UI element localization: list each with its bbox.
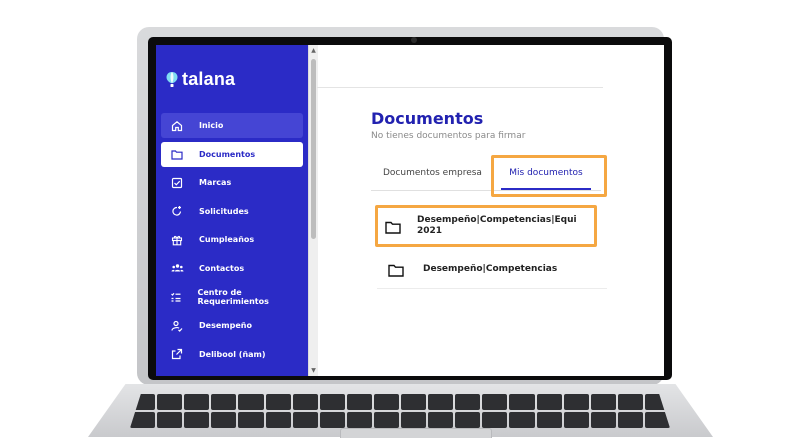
user-check-icon: [170, 319, 184, 333]
keyboard-key: [455, 412, 481, 428]
keyboard-key: [482, 412, 508, 428]
checklist-icon: [170, 290, 182, 304]
highlight-box-first-document: [375, 205, 597, 247]
keyboard-key: [536, 394, 562, 410]
highlight-box-mis-documentos-tab: [491, 155, 607, 197]
checkbox-icon: [170, 176, 184, 190]
sidebar-item-label: Cumpleaños: [199, 235, 255, 245]
keyboard-key: [590, 412, 616, 428]
keyboard-key: [428, 394, 454, 410]
sidebar-item-label: Documentos: [199, 149, 256, 159]
keyboard-key: [563, 412, 589, 428]
keyboard-key: [509, 412, 535, 428]
tab-documentos-empresa[interactable]: Documentos empresa: [383, 157, 482, 190]
sidebar-item-documentos[interactable]: Documentos: [161, 141, 303, 167]
keyboard-key: [157, 394, 183, 410]
keyboard-key: [401, 412, 427, 428]
scroll-down-icon[interactable]: ▼: [310, 367, 317, 374]
sidebar-item-delibool[interactable]: Delibool (ñam): [161, 342, 303, 367]
keyboard-key: [373, 412, 399, 428]
gift-icon: [170, 233, 184, 247]
keyboard-key: [184, 412, 210, 428]
logo-text: talana: [182, 69, 236, 89]
keyboard-key: [211, 412, 237, 428]
keyboard-key: [184, 394, 210, 410]
sidebar-item-label: Inicio: [199, 121, 224, 130]
sidebar-nav: Inicio Documentos Marcas Solicitudes Cum…: [161, 113, 303, 370]
keyboard: [130, 394, 670, 428]
logo: talana: [166, 69, 235, 90]
folder-icon: [388, 262, 404, 277]
keyboard-key: [292, 412, 318, 428]
sidebar-item-label: Desempeño: [199, 321, 252, 331]
page-subtitle: No tienes documentos para firmar: [371, 131, 526, 141]
keyboard-key: [455, 394, 481, 410]
keyboard-key: [373, 394, 399, 410]
keyboard-key: [509, 394, 535, 410]
sidebar-item-contactos[interactable]: Contactos: [161, 256, 303, 281]
keyboard-key: [319, 394, 345, 410]
refresh-plus-icon: [170, 204, 184, 218]
keyboard-key: [319, 412, 345, 428]
keyboard-key: [482, 394, 508, 410]
keyboard-key: [238, 412, 264, 428]
sidebar-item-marcas[interactable]: Marcas: [161, 170, 303, 195]
keyboard-key: [292, 394, 318, 410]
folder-icon: [170, 147, 184, 161]
scroll-up-icon[interactable]: ▲: [310, 47, 317, 54]
external-link-icon: [170, 347, 184, 361]
keyboard-key: [265, 412, 291, 428]
keyboard-key: [346, 412, 372, 428]
document-name: Desempeño|Competencias: [423, 263, 558, 274]
home-icon: [170, 119, 184, 133]
sidebar-item-inicio[interactable]: Inicio: [161, 113, 303, 138]
header-divider: [317, 87, 603, 88]
keyboard-key: [401, 394, 427, 410]
keyboard-key: [617, 412, 643, 428]
sidebar-item-label: Delibool (ñam): [199, 349, 266, 359]
sidebar-item-label: Centro de Requerimientos: [197, 288, 269, 307]
keyboard-key: [590, 394, 616, 410]
document-folder-row[interactable]: Desempeño|Competencias: [377, 250, 607, 289]
keyboard-key: [157, 412, 183, 428]
keyboard-key: [211, 394, 237, 410]
keyboard-key: [536, 412, 562, 428]
webcam-icon: [411, 37, 417, 43]
balloon-logo-icon: [166, 71, 178, 88]
keyboard-key: [428, 412, 454, 428]
sidebar-item-solicitudes[interactable]: Solicitudes: [161, 199, 303, 224]
sidebar-item-label: Contactos: [199, 263, 245, 273]
sidebar-item-label: Marcas: [199, 178, 232, 188]
keyboard-key: [346, 394, 372, 410]
sidebar-item-desempeno[interactable]: Desempeño: [161, 313, 303, 338]
scroll-thumb[interactable]: [311, 59, 316, 239]
keyboard-key: [617, 394, 643, 410]
keyboard-key: [265, 394, 291, 410]
keyboard-key: [563, 394, 589, 410]
people-icon: [170, 261, 184, 275]
sidebar-item-label: Solicitudes: [199, 206, 249, 216]
sidebar: talana Inicio Documentos Marcas Solicitu…: [156, 45, 308, 376]
sidebar-item-centro-requerimientos[interactable]: Centro de Requerimientos: [161, 285, 303, 310]
keyboard-key: [238, 394, 264, 410]
sidebar-item-cumpleanos[interactable]: Cumpleaños: [161, 227, 303, 252]
page-title: Documentos: [371, 109, 484, 128]
